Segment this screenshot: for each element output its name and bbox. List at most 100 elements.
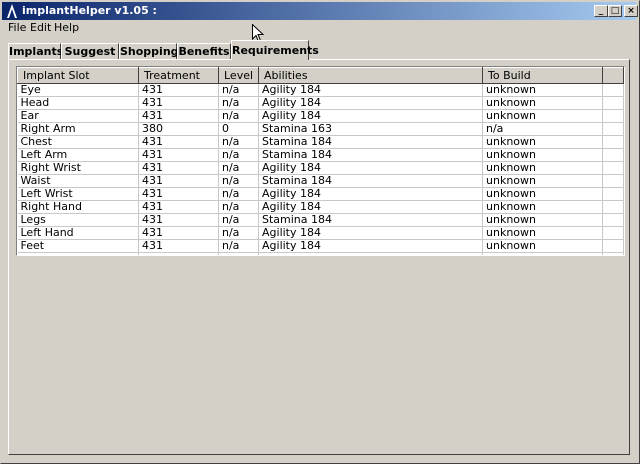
cell-to-build: unknown xyxy=(482,174,603,188)
cell-level: n/a xyxy=(218,187,259,201)
cell-to-build: unknown xyxy=(482,83,603,97)
cell-abilities: Stamina 184 xyxy=(258,213,483,227)
tab-suggest[interactable]: Suggest xyxy=(61,43,119,59)
cell-to-build: unknown xyxy=(482,161,603,175)
column-header-abilities[interactable]: Abilities xyxy=(258,67,483,84)
cell-implant-slot: Left Wrist xyxy=(17,187,139,201)
maximize-button[interactable]: □ xyxy=(608,5,622,17)
cell-filler xyxy=(602,187,624,201)
table-row[interactable]: Right Arm 380 0 Stamina 163 n/a xyxy=(17,122,624,136)
cell-level: n/a xyxy=(218,200,259,214)
cell-filler xyxy=(602,148,624,162)
cell-level: n/a xyxy=(218,135,259,149)
cell-abilities: Agility 184 xyxy=(258,109,483,123)
menu-file[interactable]: File xyxy=(8,21,26,34)
menu-bar: File Edit Help xyxy=(2,20,636,36)
table-row[interactable]: Waist 431 n/a Stamina 184 unknown xyxy=(17,174,624,188)
cell-level: n/a xyxy=(218,174,259,188)
cell-abilities: Stamina 163 xyxy=(258,122,483,136)
cell-to-build: unknown xyxy=(482,109,603,123)
table-row[interactable]: Head 431 n/a Agility 184 unknown xyxy=(17,96,624,110)
table-row[interactable]: Left Wrist 431 n/a Agility 184 unknown xyxy=(17,187,624,201)
table-row[interactable] xyxy=(17,252,624,255)
cell-filler xyxy=(602,96,624,110)
cell-treatment: 431 xyxy=(138,135,219,149)
minimize-button[interactable]: _ xyxy=(594,5,608,17)
cell-treatment xyxy=(138,252,219,255)
cell-implant-slot: Waist xyxy=(17,174,139,188)
cell-treatment: 431 xyxy=(138,96,219,110)
table-row[interactable]: Eye 431 n/a Agility 184 unknown xyxy=(17,83,624,97)
requirements-table[interactable]: Implant Slot Treatment Level Abilities T… xyxy=(16,66,625,256)
menu-help[interactable]: Help xyxy=(54,21,79,34)
cell-abilities: Agility 184 xyxy=(258,161,483,175)
cell-to-build: unknown xyxy=(482,187,603,201)
table-row[interactable]: Legs 431 n/a Stamina 184 unknown xyxy=(17,213,624,227)
table-row[interactable]: Ear 431 n/a Agility 184 unknown xyxy=(17,109,624,123)
cell-filler xyxy=(602,161,624,175)
cell-treatment: 431 xyxy=(138,109,219,123)
table-row[interactable]: Left Hand 431 n/a Agility 184 unknown xyxy=(17,226,624,240)
cell-filler xyxy=(602,252,624,255)
cell-implant-slot: Left Hand xyxy=(17,226,139,240)
cell-implant-slot: Left Arm xyxy=(17,148,139,162)
menu-edit[interactable]: Edit xyxy=(30,21,51,34)
cell-abilities: Agility 184 xyxy=(258,96,483,110)
cell-to-build: unknown xyxy=(482,96,603,110)
tab-requirements[interactable]: Requirements xyxy=(231,40,319,60)
cell-abilities: Stamina 184 xyxy=(258,174,483,188)
column-header-filler xyxy=(602,67,624,84)
column-header-treatment[interactable]: Treatment xyxy=(138,67,219,84)
cell-to-build: n/a xyxy=(482,122,603,136)
cell-level: n/a xyxy=(218,96,259,110)
cell-level xyxy=(218,252,259,255)
cell-filler xyxy=(602,109,624,123)
app-logo-icon xyxy=(7,4,17,18)
column-header-level[interactable]: Level xyxy=(218,67,259,84)
cell-implant-slot: Head xyxy=(17,96,139,110)
title-bar[interactable]: implantHelper v1.05 : _ □ × xyxy=(2,2,638,20)
table-row[interactable]: Left Arm 431 n/a Stamina 184 unknown xyxy=(17,148,624,162)
cell-filler xyxy=(602,200,624,214)
cell-abilities: Stamina 184 xyxy=(258,135,483,149)
table-row[interactable]: Right Wrist 431 n/a Agility 184 unknown xyxy=(17,161,624,175)
cell-to-build xyxy=(482,252,603,255)
cell-treatment: 380 xyxy=(138,122,219,136)
cell-implant-slot: Legs xyxy=(17,213,139,227)
cell-implant-slot: Right Arm xyxy=(17,122,139,136)
table-row[interactable]: Chest 431 n/a Stamina 184 unknown xyxy=(17,135,624,149)
cell-filler xyxy=(602,174,624,188)
tab-shopping[interactable]: Shopping xyxy=(119,43,179,59)
cell-treatment: 431 xyxy=(138,174,219,188)
window-title: implantHelper v1.05 : xyxy=(22,4,157,17)
cell-implant-slot: Right Hand xyxy=(17,200,139,214)
table-row[interactable]: Feet 431 n/a Agility 184 unknown xyxy=(17,239,624,253)
cell-abilities: Agility 184 xyxy=(258,187,483,201)
cell-abilities: Agility 184 xyxy=(258,226,483,240)
cell-level: n/a xyxy=(218,226,259,240)
cell-abilities: Agility 184 xyxy=(258,83,483,97)
column-header-implant-slot[interactable]: Implant Slot xyxy=(17,67,139,84)
cell-to-build: unknown xyxy=(482,200,603,214)
cell-treatment: 431 xyxy=(138,148,219,162)
cell-level: n/a xyxy=(218,239,259,253)
cell-treatment: 431 xyxy=(138,239,219,253)
cell-level: n/a xyxy=(218,161,259,175)
cell-filler xyxy=(602,135,624,149)
cell-filler xyxy=(602,122,624,136)
cell-to-build: unknown xyxy=(482,135,603,149)
cell-treatment: 431 xyxy=(138,226,219,240)
cell-filler xyxy=(602,213,624,227)
close-button[interactable]: × xyxy=(624,5,638,17)
cell-abilities: Agility 184 xyxy=(258,200,483,214)
cell-level: n/a xyxy=(218,213,259,227)
tab-benefits[interactable]: Benefits xyxy=(177,43,231,59)
table-row[interactable]: Right Hand 431 n/a Agility 184 unknown xyxy=(17,200,624,214)
cell-level: n/a xyxy=(218,148,259,162)
cell-treatment: 431 xyxy=(138,161,219,175)
cell-level: 0 xyxy=(218,122,259,136)
tab-implants[interactable]: Implants xyxy=(8,43,63,59)
column-header-to-build[interactable]: To Build xyxy=(482,67,603,84)
cell-implant-slot: Right Wrist xyxy=(17,161,139,175)
cell-to-build: unknown xyxy=(482,148,603,162)
